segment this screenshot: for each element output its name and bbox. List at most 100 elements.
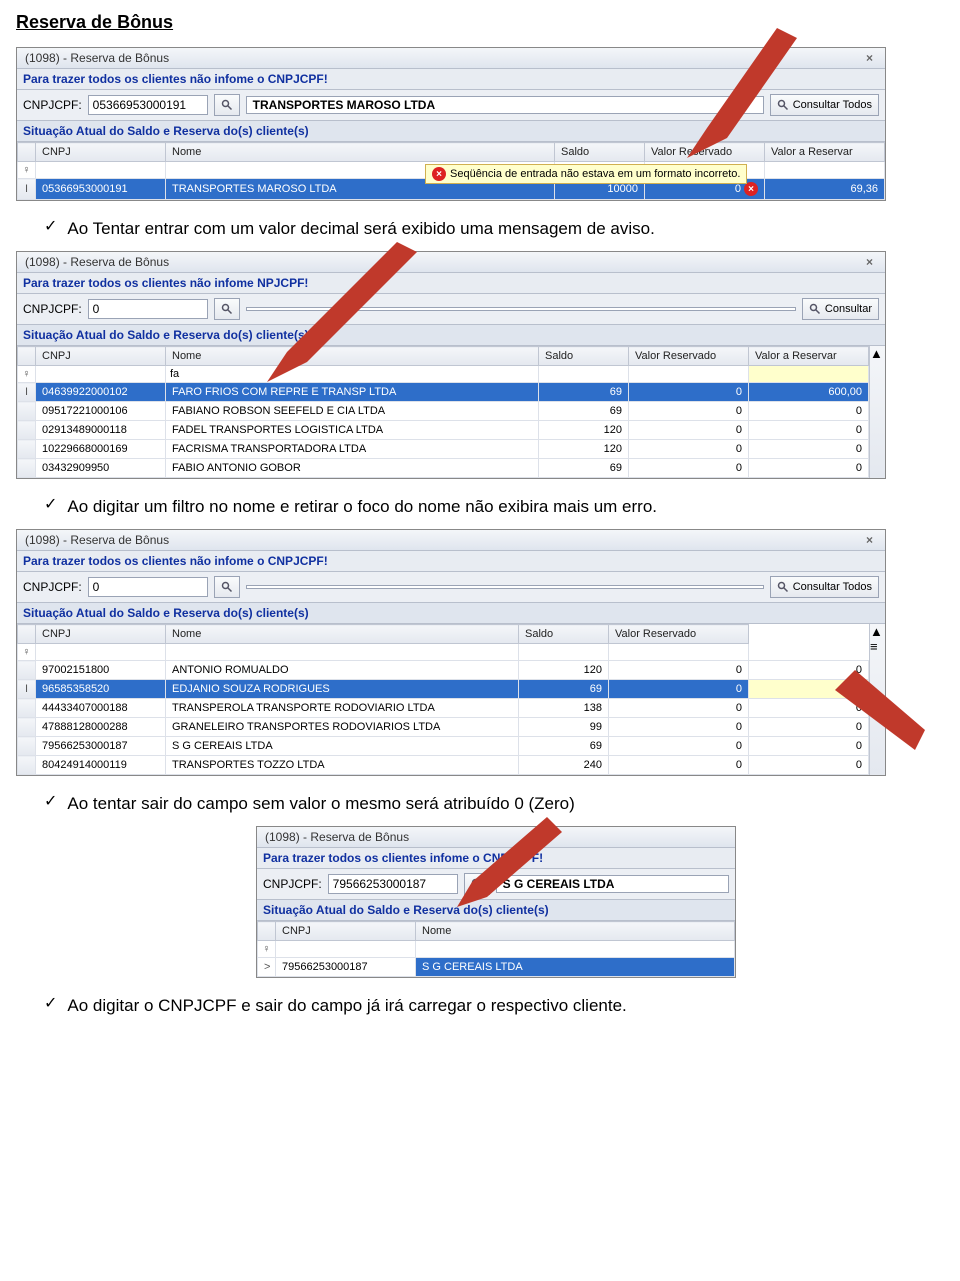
bullet-1: ✓ Ao Tentar entrar com um valor decimal … xyxy=(44,219,924,239)
cnpj-input[interactable] xyxy=(88,577,208,597)
cnpj-label: CNPJCPF: xyxy=(23,580,82,594)
table-row[interactable]: 80424914000119TRANSPORTES TOZZO LTDA2400… xyxy=(18,756,869,775)
close-icon[interactable]: × xyxy=(862,255,877,269)
col-vreservado[interactable]: Valor Reservado xyxy=(645,143,765,162)
cell-cnpj: 02913489000118 xyxy=(36,421,166,440)
col-vreservar[interactable]: Valor a Reservar xyxy=(765,143,885,162)
close-icon[interactable]: × xyxy=(862,51,877,65)
cell-saldo: 138 xyxy=(519,699,609,718)
titlebar: (1098) - Reserva de Bônus × xyxy=(17,252,885,273)
window-1: (1098) - Reserva de Bônus × Para trazer … xyxy=(16,47,886,201)
lookup-button[interactable] xyxy=(214,576,240,598)
bullet-text: Ao digitar o CNPJCPF e sair do campo já … xyxy=(67,996,626,1016)
header-row: CNPJ Nome Saldo Valor Reservado Valor a … xyxy=(18,143,885,162)
cell-vr[interactable]: 0 xyxy=(749,402,869,421)
col-nome[interactable]: Nome xyxy=(166,143,555,162)
filter-nome-input[interactable]: fa xyxy=(166,366,539,383)
cell-vr[interactable]: 0 xyxy=(749,421,869,440)
consultar-todos-label: Consultar Todos xyxy=(793,581,872,593)
client-name-display xyxy=(246,585,764,589)
cell-vr[interactable]: 0 xyxy=(749,459,869,478)
cell-saldo: 120 xyxy=(539,421,629,440)
cell-vres: 0 xyxy=(629,421,749,440)
table-row[interactable]: 47888128000288GRANELEIRO TRANSPORTES ROD… xyxy=(18,718,869,737)
cell-vr[interactable]: 0 xyxy=(749,756,869,775)
table-row[interactable]: I96585358520EDJANIO SOUZA RODRIGUES690 xyxy=(18,680,869,699)
lookup-button[interactable] xyxy=(214,298,240,320)
cnpj-label: CNPJCPF: xyxy=(263,877,322,891)
window-4: (1098) - Reserva de Bônus Para trazer to… xyxy=(256,826,736,978)
client-name-display: S G CEREAIS LTDA xyxy=(496,875,729,893)
header-row: CNPJ Nome Saldo Valor Reservado Valor a … xyxy=(18,347,869,366)
bullet-text: Ao digitar um filtro no nome e retirar o… xyxy=(67,497,657,517)
cell-nome: FACRISMA TRANSPORTADORA LTDA xyxy=(166,440,539,459)
bullet-2: ✓ Ao digitar um filtro no nome e retirar… xyxy=(44,497,924,517)
table-row[interactable]: 97002151800ANTONIO ROMUALDO12000 xyxy=(18,661,869,680)
col-saldo[interactable]: Saldo xyxy=(555,143,645,162)
titlebar: (1098) - Reserva de Bônus × xyxy=(17,48,885,69)
cnpj-input[interactable] xyxy=(88,95,208,115)
table-row[interactable]: 10229668000169FACRISMA TRANSPORTADORA LT… xyxy=(18,440,869,459)
search-icon xyxy=(809,303,821,315)
cell-saldo: 69 xyxy=(519,737,609,756)
filter-row[interactable]: ♀ fa xyxy=(18,366,869,383)
lookup-button[interactable] xyxy=(464,873,490,895)
cell-nome: TRANSPEROLA TRANSPORTE RODOVIARIO LTDA xyxy=(166,699,519,718)
cell-nome: TRANSPORTES TOZZO LTDA xyxy=(166,756,519,775)
cell-saldo: 69 xyxy=(519,680,609,699)
cell-nome: S G CEREAIS LTDA xyxy=(416,958,735,977)
cell-cnpj: 80424914000119 xyxy=(36,756,166,775)
filter-row[interactable]: ♀ xyxy=(18,644,869,661)
cnpj-input[interactable] xyxy=(328,874,458,894)
table-row[interactable]: I04639922000102FARO FRIOS COM REPRE E TR… xyxy=(18,383,869,402)
cell-vreservar[interactable]: 69,36 xyxy=(765,179,885,200)
window-title: (1098) - Reserva de Bônus xyxy=(25,51,169,65)
cell-vr[interactable]: 0 xyxy=(749,699,869,718)
lookup-button[interactable] xyxy=(214,94,240,116)
col-saldo[interactable]: Saldo xyxy=(539,347,629,366)
col-cnpj[interactable]: CNPJ xyxy=(36,347,166,366)
cell-cnpj: 96585358520 xyxy=(36,680,166,699)
table-row[interactable]: 79566253000187S G CEREAIS LTDA6900 xyxy=(18,737,869,756)
cell-vr[interactable] xyxy=(749,680,869,699)
error-icon: × xyxy=(744,182,758,196)
cell-vres: 0 xyxy=(629,402,749,421)
instruction-bar: Para trazer todos os clientes infome o C… xyxy=(257,848,735,869)
cell-vr[interactable]: 0 xyxy=(749,440,869,459)
col-cnpj[interactable]: CNPJ xyxy=(36,625,166,644)
col-vreservado[interactable]: Valor Reservado xyxy=(609,625,749,644)
consultar-todos-button[interactable]: Consultar Todos xyxy=(770,94,879,116)
col-cnpj[interactable]: CNPJ xyxy=(36,143,166,162)
cnpj-row: CNPJCPF: S G CEREAIS LTDA xyxy=(257,869,735,900)
filter-row[interactable]: ♀ xyxy=(258,941,735,958)
col-nome[interactable]: Nome xyxy=(166,347,539,366)
table-row[interactable]: 09517221000106FABIANO ROBSON SEEFELD E C… xyxy=(18,402,869,421)
cnpj-row: CNPJCPF: TRANSPORTES MAROSO LTDA Consult… xyxy=(17,90,885,121)
cell-vr[interactable]: 0 xyxy=(749,737,869,756)
cnpj-input[interactable] xyxy=(88,299,208,319)
cell-vr[interactable]: 0 xyxy=(749,661,869,680)
cell-vr[interactable]: 0 xyxy=(749,718,869,737)
cell-vres: 0 xyxy=(609,737,749,756)
col-vreservado[interactable]: Valor Reservado xyxy=(629,347,749,366)
consultar-button[interactable]: Consultar xyxy=(802,298,879,320)
col-nome[interactable]: Nome xyxy=(416,922,735,941)
table-row[interactable]: > 79566253000187 S G CEREAIS LTDA xyxy=(258,958,735,977)
col-cnpj[interactable]: CNPJ xyxy=(276,922,416,941)
vertical-scrollbar[interactable]: ▲≡ xyxy=(869,624,885,775)
consultar-todos-button[interactable]: Consultar Todos xyxy=(770,576,879,598)
search-icon xyxy=(777,99,789,111)
bullet-text: Ao Tentar entrar com um valor decimal se… xyxy=(67,219,654,239)
table-row[interactable]: 02913489000118FADEL TRANSPORTES LOGISTIC… xyxy=(18,421,869,440)
table-row[interactable]: 44433407000188TRANSPEROLA TRANSPORTE ROD… xyxy=(18,699,869,718)
check-icon: ✓ xyxy=(44,497,57,513)
col-saldo[interactable]: Saldo xyxy=(519,625,609,644)
close-icon[interactable]: × xyxy=(862,533,877,547)
client-name-display: TRANSPORTES MAROSO LTDA xyxy=(246,96,764,114)
cell-vr[interactable]: 600,00 xyxy=(749,383,869,402)
vertical-scrollbar[interactable]: ▲ xyxy=(869,346,885,478)
cell-nome: FABIANO ROBSON SEEFELD E CIA LTDA xyxy=(166,402,539,421)
col-nome[interactable]: Nome xyxy=(166,625,519,644)
col-vreservar[interactable]: Valor a Reservar xyxy=(749,347,869,366)
table-row[interactable]: 03432909950FABIO ANTONIO GOBOR6900 xyxy=(18,459,869,478)
